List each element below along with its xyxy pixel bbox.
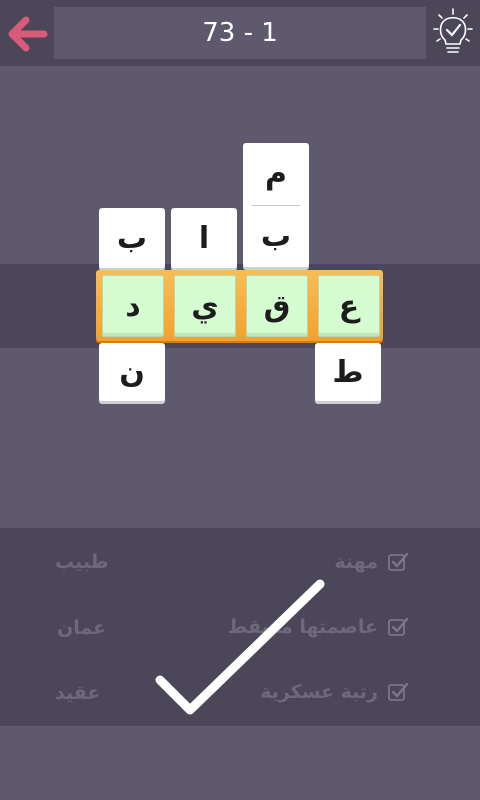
lightbulb-check-icon — [433, 8, 473, 53]
clue-item-2[interactable]: عاصمتها مسقط — [228, 607, 408, 647]
clue-item-1[interactable]: مهنة — [334, 542, 408, 582]
checkbox-checked-icon — [388, 682, 408, 701]
hint-button[interactable] — [430, 6, 476, 60]
clue-item-3[interactable]: رتبة عسكرية — [260, 672, 408, 712]
answer-tile-3[interactable]: ق — [246, 275, 308, 337]
answer-tile-1[interactable]: د — [102, 275, 164, 337]
checkbox-checked-icon — [388, 617, 408, 636]
answer-row: د ي ق ع — [96, 270, 383, 341]
answer-tile-4[interactable]: ع — [318, 275, 380, 337]
clue-answer-2: عمان — [57, 617, 107, 639]
top-bar: 73 - 1 — [0, 0, 480, 66]
letter-tile-column-3-above[interactable]: م ب — [243, 143, 309, 267]
answer-tile-2[interactable]: ي — [174, 275, 236, 337]
clue-text: عاصمتها مسقط — [227, 616, 378, 638]
letter-tile: ب — [260, 218, 292, 254]
letter-tile-column-1-above[interactable]: ب — [99, 208, 165, 268]
letter-tile-column-2-above[interactable]: ا — [171, 208, 237, 268]
arrow-left-icon — [8, 16, 48, 52]
letter-tile: م — [265, 156, 287, 192]
clue-text: رتبة عسكرية — [260, 681, 378, 703]
letter-tile-column-1-below[interactable]: ن — [99, 343, 165, 401]
clue-answer-3: عقيد — [55, 682, 101, 704]
clue-answer-1: طبيب — [55, 551, 109, 573]
back-button[interactable] — [6, 12, 50, 56]
level-title: 73 - 1 — [54, 7, 426, 59]
clue-text: مهنة — [334, 551, 378, 573]
letter-tile-column-4-below[interactable]: ط — [315, 343, 381, 401]
checkbox-checked-icon — [388, 552, 408, 571]
